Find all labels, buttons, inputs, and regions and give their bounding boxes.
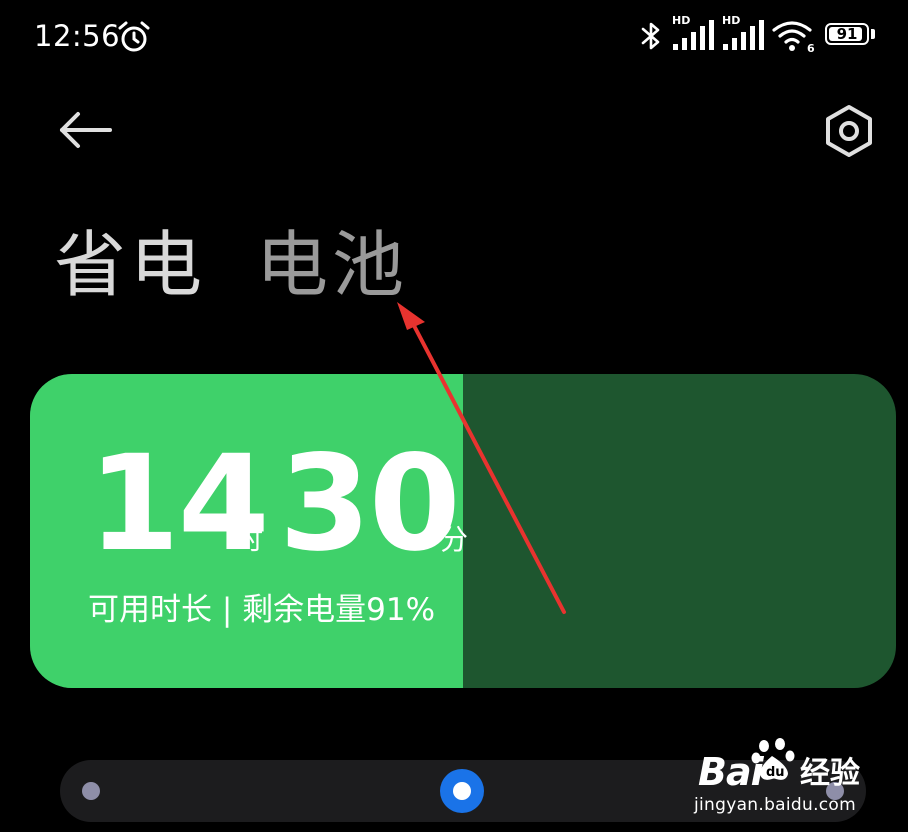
battery-indicator: 91 (825, 23, 877, 49)
hours-unit: 时 (235, 523, 264, 556)
hexagon-gear-icon (826, 105, 872, 157)
battery-card-subtitle: 可用时长 | 剩余电量91% (88, 592, 436, 628)
tab-power-saving[interactable]: 省电 (54, 220, 206, 310)
status-time: 12:56 (34, 19, 121, 53)
battery-time-card[interactable]: 14 时 30 分 可用时长 | 剩余电量91% (30, 374, 896, 688)
tab-battery[interactable]: 电池 (256, 220, 408, 310)
bluetooth-icon (641, 22, 660, 50)
remaining-minutes: 30 (279, 427, 461, 581)
alarm-clock-icon (118, 21, 150, 52)
slider-stop-left[interactable] (82, 782, 100, 800)
slider-thumb[interactable] (440, 769, 484, 813)
cellular-signal-2-icon: HD (722, 15, 766, 52)
battery-tip (871, 29, 875, 39)
battery-settings-screen: 12:56 HD HD 6 91 省电 电池 14 时 30 分 可用时长 | … (0, 0, 908, 832)
slider-thumb-inner (453, 782, 471, 800)
power-mode-slider[interactable] (60, 760, 866, 822)
minutes-unit: 分 (440, 523, 469, 556)
back-arrow-icon (60, 112, 112, 148)
slider-stop-right[interactable] (826, 782, 844, 800)
back-button[interactable] (52, 100, 122, 160)
battery-percent-text: 91 (836, 25, 858, 43)
cellular-signal-1-icon: HD (672, 15, 716, 52)
wifi-icon: 6 (772, 21, 815, 54)
wifi-6-badge: 6 (807, 42, 815, 54)
settings-button[interactable] (818, 102, 880, 160)
